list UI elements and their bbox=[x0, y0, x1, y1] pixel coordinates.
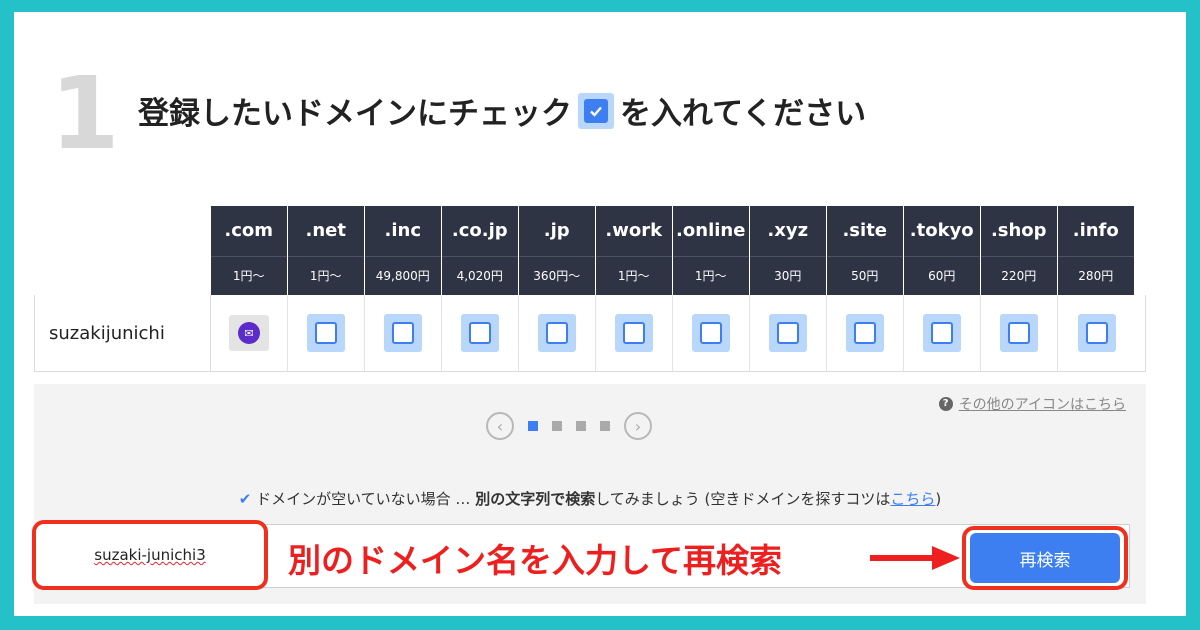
domain-checkbox[interactable] bbox=[1000, 314, 1038, 352]
page-dot[interactable] bbox=[552, 421, 562, 431]
tld-price: 280円 bbox=[1078, 269, 1114, 283]
tld-name: .net bbox=[288, 206, 364, 257]
domain-checkbox[interactable] bbox=[615, 314, 653, 352]
domain-status-cell: ✉ bbox=[211, 295, 288, 371]
tips-link[interactable]: こちら bbox=[890, 490, 935, 508]
tld-price: 50円 bbox=[851, 269, 879, 283]
tld-name: .com bbox=[211, 206, 287, 257]
prev-page-button[interactable]: ‹ bbox=[486, 412, 514, 440]
tld-price: 1円〜 bbox=[694, 269, 727, 283]
search-hint: ✔ ドメインが空いていない場合 … 別の文字列で検索してみましょう (空きドメイ… bbox=[34, 488, 1146, 509]
domain-status-cell bbox=[519, 295, 596, 371]
tld-name: .shop bbox=[981, 206, 1057, 257]
tld-price: 4,020円 bbox=[456, 269, 503, 283]
arrow-right-icon bbox=[870, 546, 960, 570]
research-button[interactable]: 再検索 bbox=[970, 533, 1120, 583]
tld-column-header: .co.jp 4,020円 bbox=[442, 206, 518, 295]
tld-price: 30円 bbox=[774, 269, 802, 283]
hint-middle: してみましょう (空きドメインを探すコツは bbox=[595, 490, 891, 508]
domain-checkbox[interactable] bbox=[307, 314, 345, 352]
tld-name: .online bbox=[673, 206, 749, 257]
tld-column-header: .shop 220円 bbox=[981, 206, 1057, 295]
mail-icon[interactable]: ✉ bbox=[229, 315, 269, 351]
table-row: suzakijunichi ✉ bbox=[34, 295, 1146, 372]
tld-price: 220円 bbox=[1001, 269, 1037, 283]
tld-column-header: .jp 360円〜 bbox=[519, 206, 595, 295]
tld-name: .xyz bbox=[750, 206, 826, 257]
pagination: ‹ › bbox=[486, 412, 652, 440]
domain-checkbox[interactable] bbox=[384, 314, 422, 352]
tld-price: 60円 bbox=[928, 269, 956, 283]
help-link-label: その他のアイコンはこちら bbox=[958, 397, 1126, 413]
page-dot[interactable] bbox=[576, 421, 586, 431]
search-input-value: suzaki-junichi3 bbox=[94, 546, 206, 564]
tld-price: 49,800円 bbox=[375, 269, 430, 283]
title-before: 登録したいドメインにチェック bbox=[138, 96, 572, 132]
tld-name: .inc bbox=[365, 206, 441, 257]
tld-name: .work bbox=[596, 206, 672, 257]
hint-suffix: ) bbox=[935, 490, 942, 508]
domain-search-input[interactable]: suzaki-junichi3 bbox=[32, 520, 268, 590]
domain-status-cell bbox=[1058, 295, 1135, 371]
domain-status-cell bbox=[673, 295, 750, 371]
tld-column-header: .net 1円〜 bbox=[288, 206, 364, 295]
help-icon: ? bbox=[938, 397, 953, 411]
domain-checkbox[interactable] bbox=[692, 314, 730, 352]
tld-name: .jp bbox=[519, 206, 595, 257]
tld-header-row: .com 1円〜 .net 1円〜 .inc 49,800円 .co.jp 4,020円 .jp… bbox=[211, 206, 1146, 295]
tld-column-header: .com 1円〜 bbox=[211, 206, 287, 295]
page-title: 登録したいドメインにチェック を入れてください bbox=[138, 88, 866, 133]
step-number: 1 bbox=[50, 55, 120, 172]
other-icons-link[interactable]: ? その他のアイコンはこちら bbox=[938, 394, 1126, 414]
domain-status-cell bbox=[596, 295, 673, 371]
domain-status-cell bbox=[365, 295, 442, 371]
checked-checkbox-icon bbox=[578, 92, 614, 129]
annotation-text: 別のドメイン名を入力して再検索 bbox=[288, 541, 783, 580]
hint-prefix: ドメインが空いていない場合 … bbox=[256, 490, 476, 508]
tld-name: .info bbox=[1058, 206, 1134, 257]
tld-price: 1円〜 bbox=[309, 269, 342, 283]
tld-column-header: .tokyo 60円 bbox=[904, 206, 980, 295]
tld-price: 360円〜 bbox=[533, 269, 581, 283]
tld-column-header: .inc 49,800円 bbox=[365, 206, 441, 295]
domain-checkbox[interactable] bbox=[461, 314, 499, 352]
page-dot[interactable] bbox=[528, 421, 538, 431]
tld-column-header: .work 1円〜 bbox=[596, 206, 672, 295]
domain-status-cell bbox=[904, 295, 981, 371]
domain-status-cell bbox=[288, 295, 365, 371]
tld-name: .site bbox=[827, 206, 903, 257]
tld-name: .tokyo bbox=[904, 206, 980, 257]
domain-status-cell bbox=[981, 295, 1058, 371]
domain-table: .com 1円〜 .net 1円〜 .inc 49,800円 .co.jp 4,020円 .jp… bbox=[34, 206, 1146, 372]
domain-checkbox[interactable] bbox=[1077, 314, 1116, 352]
domain-checkbox[interactable] bbox=[538, 314, 576, 352]
check-icon: ✔ bbox=[238, 490, 252, 508]
hint-bold: 別の文字列で検索 bbox=[475, 490, 596, 508]
tld-column-header: .online 1円〜 bbox=[673, 206, 749, 295]
domain-checkbox[interactable] bbox=[923, 314, 961, 352]
domain-status-cell bbox=[442, 295, 519, 371]
domain-checkbox[interactable] bbox=[769, 314, 807, 352]
domain-checkbox[interactable] bbox=[846, 314, 884, 352]
tld-column-header: .info 280円 bbox=[1058, 206, 1134, 295]
tld-name: .co.jp bbox=[442, 206, 518, 257]
research-button-highlight: 再検索 bbox=[962, 526, 1128, 590]
domain-status-cell bbox=[750, 295, 827, 371]
tld-price: 1円〜 bbox=[617, 269, 650, 283]
tld-column-header: .xyz 30円 bbox=[750, 206, 826, 295]
domain-name-cell: suzakijunichi bbox=[35, 295, 211, 371]
page-dot[interactable] bbox=[600, 421, 610, 431]
next-page-button[interactable]: › bbox=[624, 412, 652, 440]
domain-status-cell bbox=[827, 295, 904, 371]
tld-price: 1円〜 bbox=[232, 269, 265, 283]
title-after: を入れてください bbox=[620, 96, 867, 132]
tld-column-header: .site 50円 bbox=[827, 206, 903, 295]
